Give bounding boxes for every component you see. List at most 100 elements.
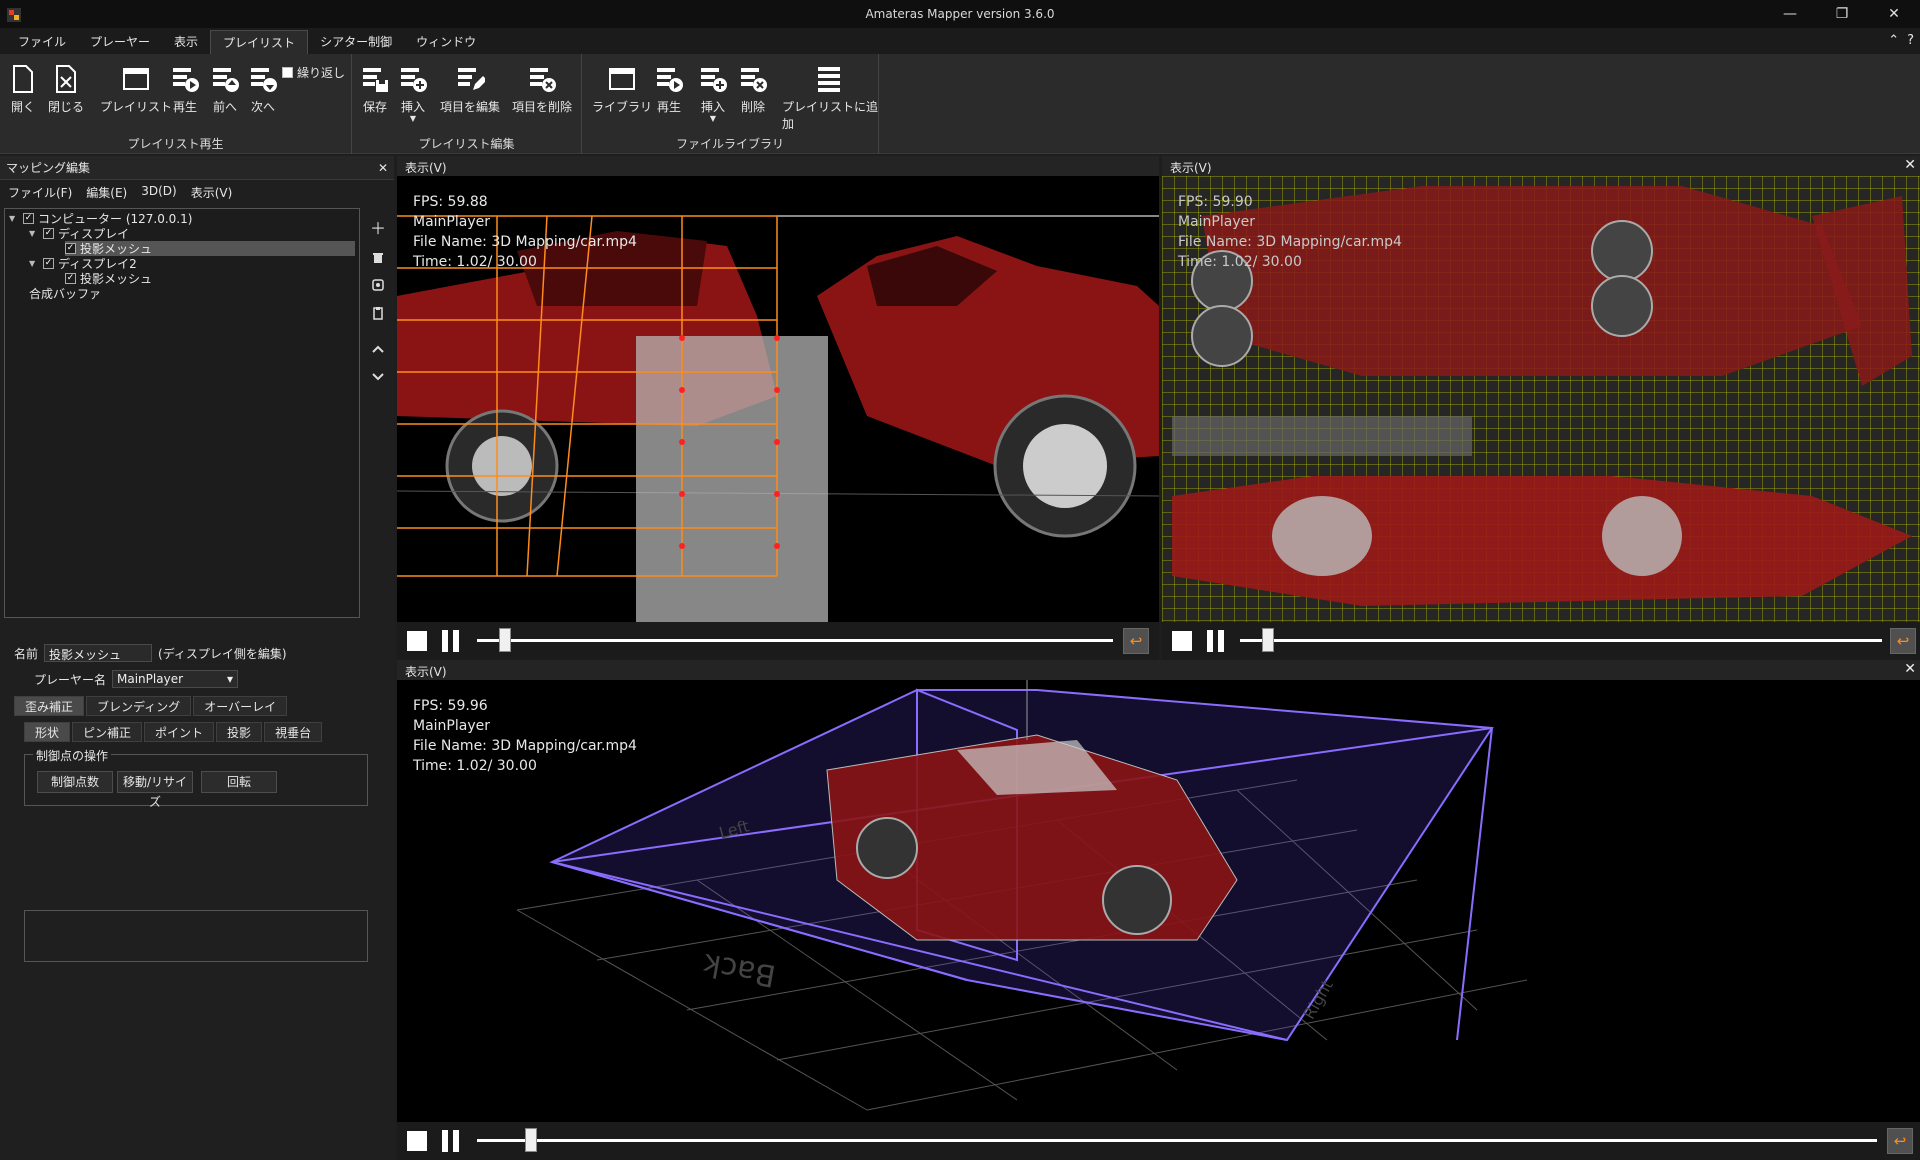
open-button[interactable]: 開く — [10, 64, 36, 115]
panel-menu-file[interactable]: ファイル(F) — [8, 184, 72, 200]
pause-button[interactable] — [1204, 630, 1226, 652]
panel-menu-3d[interactable]: 3D(D) — [141, 184, 176, 198]
expand-arrow-icon[interactable]: ▼ — [9, 214, 19, 223]
tab-pin-correction[interactable]: ピン補正 — [72, 722, 143, 742]
name-input[interactable]: 投影メッシュ — [44, 644, 153, 662]
pause-button[interactable] — [439, 630, 461, 652]
move-resize-button[interactable]: 移動/リサイズ — [117, 771, 193, 809]
edit-item-button[interactable]: 項目を編集 — [440, 64, 500, 115]
menu-view[interactable]: 表示 — [162, 30, 210, 54]
tab-frustum[interactable]: 視垂台 — [264, 722, 323, 742]
next-button[interactable]: 次へ — [248, 64, 278, 115]
tree-item-composite-buffer[interactable]: 合成バッファ — [29, 286, 101, 301]
viewport-display-2[interactable]: 表示(V) ✕ FPS: 59.90 MainPlayer File Name: … — [1162, 156, 1920, 622]
checkbox[interactable]: ✓ — [43, 228, 54, 239]
previous-icon — [213, 68, 239, 92]
library-play-button[interactable]: 再生 — [654, 64, 684, 115]
tree-item-display[interactable]: ▼ ✓ ディスプレイ — [29, 226, 129, 241]
close-icon[interactable]: ✕ — [1904, 661, 1916, 677]
maximize-button[interactable]: ❐ — [1816, 0, 1868, 28]
expand-arrow-icon[interactable]: ▼ — [29, 259, 39, 268]
panel-menu-edit[interactable]: 編集(E) — [86, 184, 127, 200]
help-icon[interactable]: ? — [1907, 33, 1914, 48]
move-down-icon[interactable] — [364, 364, 392, 390]
library-button[interactable]: ライブラリ — [592, 64, 652, 115]
copy-icon[interactable] — [364, 272, 392, 298]
tab-point[interactable]: ポイント — [144, 722, 215, 742]
control-point-count-button[interactable]: 制御点数 — [37, 771, 113, 793]
player-select[interactable]: MainPlayer ▾ — [112, 670, 239, 688]
playlist-button[interactable]: プレイリスト — [100, 64, 172, 115]
seek-track[interactable] — [1240, 639, 1882, 642]
library-delete-label: 削除 — [740, 100, 765, 114]
menu-window[interactable]: ウィンドウ — [404, 30, 488, 54]
viewport-display-1[interactable]: 表示(V) FPS: 59.88 MainPlayer File Name: 3… — [397, 156, 1159, 622]
insert-icon — [401, 68, 427, 92]
close-icon[interactable]: ✕ — [378, 161, 388, 175]
menu-theater-control[interactable]: シアター制御 — [308, 30, 404, 54]
play-button[interactable]: 再生 — [170, 64, 200, 115]
repeat-checkbox[interactable]: 繰り返し — [282, 64, 345, 81]
checkbox[interactable]: ✓ — [65, 273, 76, 284]
close-window-button[interactable]: ✕ — [1868, 0, 1920, 28]
checkbox[interactable]: ✓ — [23, 213, 34, 224]
panel-menu-view[interactable]: 表示(V) — [191, 184, 233, 200]
tab-projection[interactable]: 投影 — [216, 722, 263, 742]
name-label: 名前 — [14, 646, 39, 661]
stop-button[interactable] — [1172, 631, 1192, 651]
tree-item-projection-mesh-selected[interactable]: ✓ 投影メッシュ — [65, 241, 355, 256]
chevron-up-icon[interactable]: ⌃ — [1888, 33, 1899, 48]
trash-icon[interactable] — [364, 244, 392, 270]
tab-shape[interactable]: 形状 — [24, 722, 71, 742]
close-icon[interactable]: ✕ — [1904, 157, 1916, 173]
seek-thumb[interactable] — [498, 628, 511, 652]
rotate-button[interactable]: 回転 — [201, 771, 277, 793]
loop-icon[interactable]: ↩ — [1890, 628, 1916, 654]
minimize-button[interactable]: — — [1764, 0, 1816, 28]
tree-item-display2[interactable]: ▼ ✓ ディスプレイ2 — [29, 256, 137, 271]
checkbox[interactable]: ✓ — [65, 243, 76, 254]
ribbon-group-playlist-playback: 開く 閉じる プレイリスト 再生 前へ 次へ 繰り返し プレイリスト再生 — [0, 54, 352, 154]
tree-item-computer[interactable]: ▼ ✓ コンピューター (127.0.0.1) — [9, 211, 192, 226]
dropdown-arrow-icon: ▼ — [409, 114, 417, 123]
checkbox[interactable]: ✓ — [43, 258, 54, 269]
add-to-playlist-button[interactable]: プレイリストに追加 — [782, 64, 878, 132]
menu-player[interactable]: プレーヤー — [78, 30, 162, 54]
pause-button[interactable] — [439, 1130, 461, 1152]
viewport-display-3d[interactable]: 表示(V) ✕ Back Left Right FPS: 59.96 MainPl… — [397, 660, 1920, 1122]
menu-playlist[interactable]: プレイリスト — [210, 30, 309, 54]
add-to-list-icon — [818, 67, 840, 92]
tree-item-projection-mesh-2[interactable]: ✓ 投影メッシュ — [65, 271, 152, 286]
delete-item-button[interactable]: 項目を削除 — [512, 64, 572, 115]
delete-list-icon — [741, 68, 767, 92]
edit-list-icon — [458, 68, 485, 90]
insert-button[interactable]: 挿入 ▼ — [398, 64, 428, 123]
loop-icon[interactable]: ↩ — [1887, 1128, 1913, 1154]
paste-icon[interactable] — [364, 300, 392, 326]
expand-arrow-icon[interactable]: ▼ — [29, 229, 39, 238]
add-icon[interactable]: ＋ — [364, 214, 392, 240]
stop-button[interactable] — [407, 631, 427, 651]
seek-thumb[interactable] — [524, 1128, 537, 1152]
file-name: File Name: 3D Mapping/car.mp4 — [1178, 234, 1402, 250]
menu-file[interactable]: ファイル — [6, 30, 78, 54]
tab-distortion-correction[interactable]: 歪み補正 — [14, 696, 85, 716]
library-insert-button[interactable]: 挿入 ▼ — [698, 64, 728, 123]
app-window: Amateras Mapper version 3.6.0 — ❐ ✕ ファイル… — [0, 0, 1920, 1160]
save-button[interactable]: 保存 — [360, 64, 390, 115]
playback-bar-2: ↩ — [1162, 622, 1920, 660]
seek-track[interactable] — [477, 639, 1113, 642]
seek-thumb[interactable] — [1261, 628, 1274, 652]
stop-button[interactable] — [407, 1131, 427, 1151]
library-delete-button[interactable]: 削除 — [738, 64, 768, 115]
panel-menu-bar: ファイル(F) 編集(E) 3D(D) 表示(V) — [0, 180, 394, 202]
seek-track[interactable] — [477, 1139, 1877, 1142]
tab-overlay[interactable]: オーバーレイ — [193, 696, 288, 716]
prev-button[interactable]: 前へ — [210, 64, 240, 115]
close-file-button[interactable]: 閉じる — [48, 64, 84, 115]
loop-icon[interactable]: ↩ — [1123, 628, 1149, 654]
tab-blending[interactable]: ブレンディング — [86, 696, 192, 716]
library-label: ライブラリ — [592, 100, 653, 114]
fps-readout: FPS: 59.96 — [413, 698, 488, 714]
move-up-icon[interactable] — [364, 336, 392, 362]
